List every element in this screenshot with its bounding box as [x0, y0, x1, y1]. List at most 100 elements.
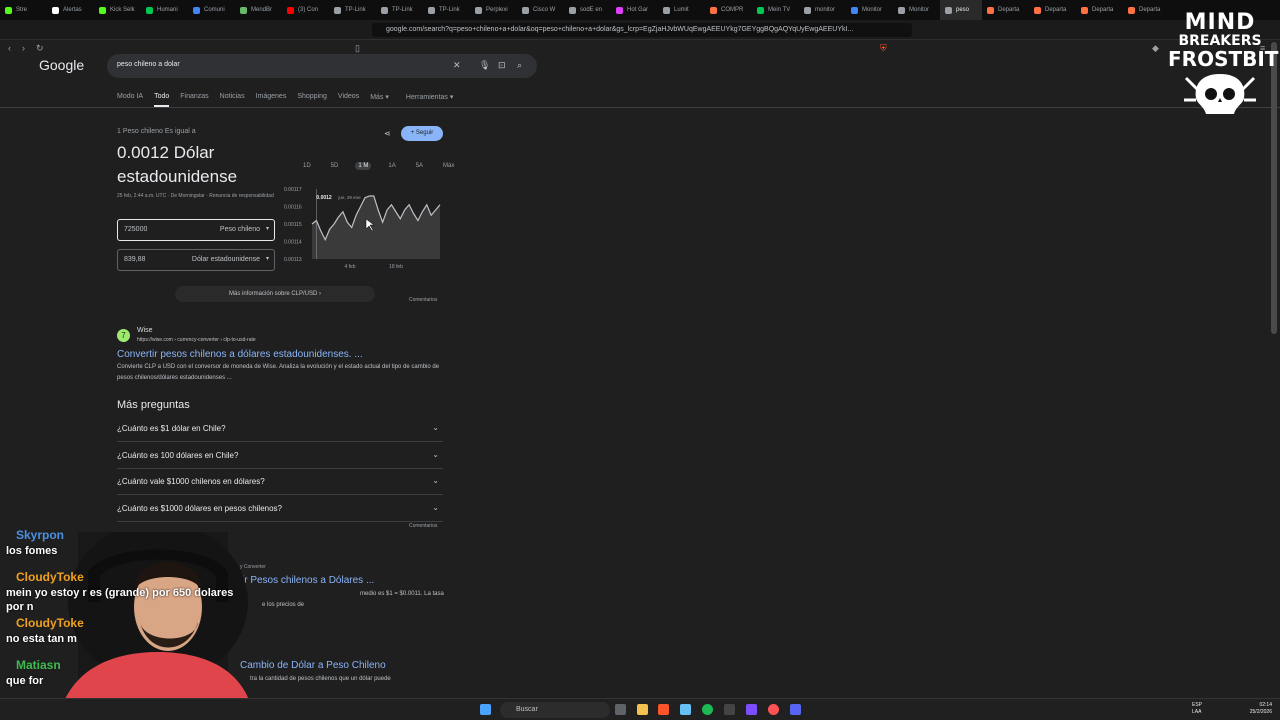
paa-question[interactable]: ¿Cuánto vale $1000 chilenos en dólares? ⌄ [117, 469, 443, 495]
range-option[interactable]: 1D [300, 162, 314, 170]
brave-icon[interactable] [658, 704, 669, 715]
brave-shield-icon[interactable]: ⛨ [880, 43, 887, 54]
paa-question[interactable]: ¿Cuánto es 100 dólares en Chile? ⌄ [117, 443, 443, 469]
chevron-down-icon[interactable]: ⌄ [432, 450, 439, 459]
browser-tab[interactable]: Lumit [658, 0, 705, 20]
browser-tab[interactable]: Departa [1123, 0, 1170, 20]
y-tick-label: 0.00117 [284, 187, 302, 193]
browser-tab[interactable]: Comuni [188, 0, 235, 20]
browser-tab[interactable]: Departa [982, 0, 1029, 20]
browser-tab[interactable]: Mein TV [752, 0, 799, 20]
address-bar[interactable]: google.com/search?q=peso+chileno+a+dolar… [372, 23, 912, 37]
tab-favicon-icon [1081, 6, 1088, 14]
x-tick-label: 4 feb [344, 264, 355, 270]
filter-tab[interactable]: Noticias [220, 93, 245, 107]
bookmark-icon[interactable]: ▯ [355, 43, 360, 54]
windows-start-icon[interactable] [480, 704, 491, 715]
more-info-button[interactable]: Más información sobre CLP/USD › [175, 286, 375, 302]
browser-tab[interactable]: Hot Gar [611, 0, 658, 20]
result-title[interactable]: Convertir pesos chilenos a dólares estad… [117, 349, 363, 360]
paa-feedback-link[interactable]: Comentarios [409, 523, 437, 529]
input-language[interactable]: ESP LAA [1192, 702, 1202, 716]
filter-tab[interactable]: Más ▾ [370, 93, 389, 107]
chevron-down-icon[interactable]: ⌄ [432, 423, 439, 432]
browser-tab[interactable]: monitor [799, 0, 846, 20]
from-amount-field[interactable]: 725000 Peso chileno ▾ [117, 219, 275, 241]
tab-favicon-icon [522, 6, 529, 14]
browser-tab[interactable]: Departa [1029, 0, 1076, 20]
browser-tab[interactable]: sodE en [564, 0, 611, 20]
steam-icon[interactable] [680, 704, 691, 715]
filter-tab[interactable]: Herramientas ▾ [406, 93, 453, 107]
browser-tab[interactable]: TP-Link [329, 0, 376, 20]
range-option[interactable]: 1 M [355, 162, 372, 170]
share-icon[interactable]: ⋖ [384, 129, 391, 138]
tab-favicon-icon [1034, 6, 1041, 14]
clear-icon[interactable]: ✕ [453, 60, 461, 71]
search-icon[interactable]: ⌕ [517, 60, 522, 71]
browser-tab[interactable]: Humani [141, 0, 188, 20]
taskbar-search[interactable]: Buscar [500, 702, 610, 718]
to-currency-select[interactable]: Dólar estadounidense [192, 256, 260, 263]
paa-question[interactable]: ¿Cuánto es $1000 dólares en pesos chilen… [117, 496, 443, 522]
discord-icon[interactable] [790, 704, 801, 715]
filter-tab[interactable]: Imágenes [256, 93, 287, 107]
browser-tab[interactable]: Kick Selk [94, 0, 141, 20]
browser-tab[interactable]: COMPR [705, 0, 752, 20]
lens-icon[interactable]: ⊡ [498, 60, 506, 71]
filter-tab[interactable]: Todo [154, 93, 170, 107]
system-clock[interactable]: 02:14 25/2/2026 [1250, 702, 1272, 716]
range-option[interactable]: 5A [413, 162, 426, 170]
browser-tab[interactable]: (3) Con [282, 0, 329, 20]
extensions-icon[interactable]: ◆ [1152, 43, 1159, 54]
browser-tab[interactable]: Departa [1076, 0, 1123, 20]
exchange-rate-chart[interactable]: 0.00117 0.00116 0.00115 0.00114 0.00113 4 feb… [280, 183, 445, 273]
chevron-down-icon[interactable]: ⌄ [432, 503, 439, 512]
paa-question[interactable]: ¿Cuánto es $1 dólar en Chile? ⌄ [117, 416, 443, 442]
chevron-down-icon[interactable]: ▾ [266, 255, 269, 262]
filter-tab[interactable]: Videos [338, 93, 359, 107]
google-logo[interactable]: Google [39, 57, 84, 73]
to-amount-field[interactable]: 839,88 Dólar estadounidense ▾ [117, 249, 275, 271]
to-value[interactable]: 839,88 [124, 256, 145, 263]
file-explorer-icon[interactable] [615, 704, 626, 715]
chevron-down-icon[interactable]: ▾ [266, 225, 269, 232]
app-icon[interactable] [746, 704, 757, 715]
browser-tab[interactable]: Cisco W [517, 0, 564, 20]
obs-icon[interactable] [768, 704, 779, 715]
folder-icon[interactable] [637, 704, 648, 715]
browser-tab[interactable]: peso [940, 0, 982, 20]
mic-icon[interactable]: 🎙 [479, 60, 490, 71]
spotify-icon[interactable] [702, 704, 713, 715]
chevron-down-icon[interactable]: ⌄ [432, 476, 439, 485]
from-currency-select[interactable]: Peso chileno [220, 226, 260, 233]
filter-tab[interactable]: Modo IA [117, 93, 143, 107]
taskbar: Buscar ESP LAA 02:14 25/2/2026 [0, 698, 1280, 720]
result-url[interactable]: https://wise.com › currency-converter › … [137, 337, 256, 343]
browser-tab[interactable]: TP-Link [376, 0, 423, 20]
result-source[interactable]: Wise [137, 327, 153, 334]
xbox-icon[interactable] [724, 704, 735, 715]
search-box[interactable]: peso chileno a dolar ✕ 🎙 ⊡ ⌕ [107, 54, 537, 78]
forward-icon[interactable]: › [22, 43, 25, 53]
filter-tab[interactable]: Shopping [297, 93, 327, 107]
from-value[interactable]: 725000 [124, 226, 147, 233]
result-title[interactable]: Cambio de Dólar a Peso Chileno [240, 660, 386, 671]
follow-button[interactable]: + Seguir [401, 126, 443, 141]
range-option[interactable]: 1A [385, 162, 398, 170]
back-icon[interactable]: ‹ [8, 43, 11, 53]
browser-tab[interactable]: Monitor [846, 0, 893, 20]
feedback-link[interactable]: Comentarios [409, 297, 437, 303]
browser-tab[interactable]: TP-Link [423, 0, 470, 20]
browser-tab[interactable]: Monitor [893, 0, 940, 20]
filter-tab[interactable]: Finanzas [180, 93, 208, 107]
range-option[interactable]: 5D [328, 162, 342, 170]
search-query[interactable]: peso chileno a dolar [117, 61, 180, 68]
result-title[interactable]: ir Pesos chilenos a Dólares ... [242, 575, 374, 586]
browser-tab[interactable]: MendBr [235, 0, 282, 20]
browser-tab[interactable]: Stre [0, 0, 47, 20]
range-option[interactable]: Máx [440, 162, 457, 170]
browser-tab[interactable]: Perplexi [470, 0, 517, 20]
browser-tab[interactable]: Alertas [47, 0, 94, 20]
reload-icon[interactable]: ↻ [36, 43, 44, 54]
